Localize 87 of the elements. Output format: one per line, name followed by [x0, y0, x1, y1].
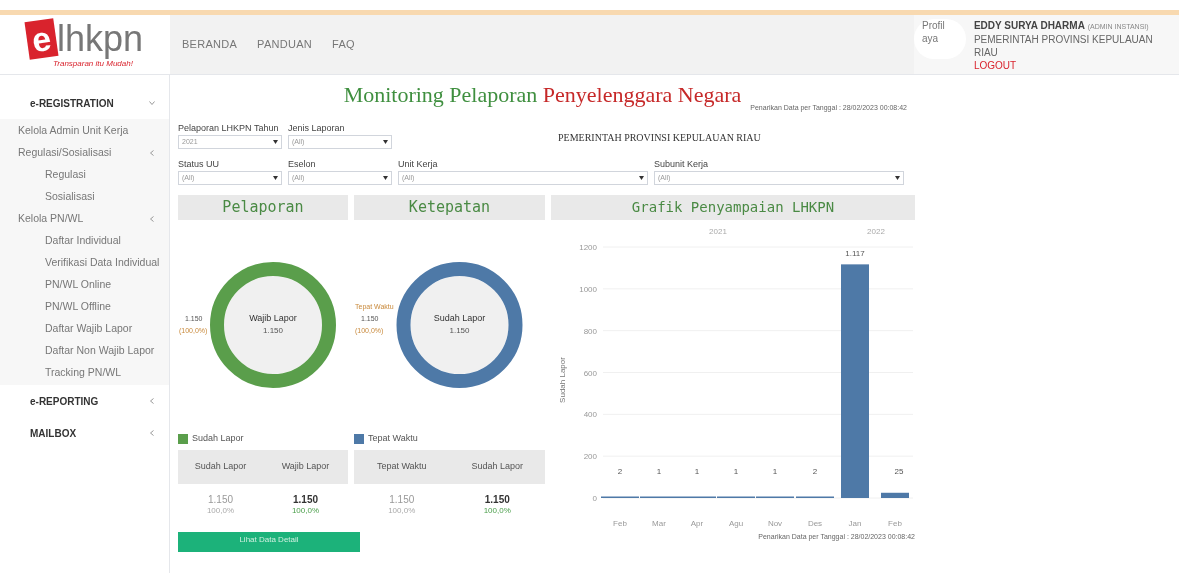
filter-label: Eselon: [288, 158, 317, 171]
detail-button[interactable]: Lihat Data Detail: [178, 532, 360, 552]
axis-tick-label: Feb: [888, 519, 902, 528]
column-header: Wajib Lapor: [280, 460, 331, 474]
axis-tick-label: Nov: [767, 519, 783, 528]
column-header: Tepat Waktu: [375, 460, 428, 474]
axis-tick-label: Mar: [652, 519, 666, 528]
dropdown-arrow-icon: [383, 176, 388, 180]
donut-center-value: 1.150: [263, 326, 283, 335]
legend-label: Tepat Waktu: [368, 432, 418, 446]
nav-link[interactable]: BERANDA: [182, 36, 238, 53]
column-header: Sudah Lapor: [470, 460, 524, 474]
table-cell: 100,0%: [206, 505, 235, 516]
table-cell: 1.150: [389, 494, 415, 505]
dropdown-arrow-icon: [895, 176, 900, 180]
table-cell: 100,0%: [291, 505, 320, 516]
data-label: 1: [656, 467, 662, 476]
axis-tick-label: Apr: [690, 519, 704, 528]
table-cell: 1.150: [484, 494, 510, 505]
dropdown-arrow-icon: [639, 176, 644, 180]
data-label: 1: [772, 467, 778, 476]
sidebar-item[interactable]: Tracking PN/WL: [45, 365, 122, 381]
table-cell: 100,0%: [483, 505, 511, 516]
chevron-left-icon: [149, 150, 155, 156]
logout-link[interactable]: LOGOUT: [973, 59, 1179, 72]
sidebar-item[interactable]: Daftar Non Wajib Lapor: [45, 343, 155, 359]
data-label: 1: [694, 467, 700, 476]
logo[interactable]: e lhkpn Transparan itu Mudah!: [27, 19, 143, 70]
axis-tick-label: Des: [807, 519, 823, 528]
sidebar-item[interactable]: PN/WL Online: [45, 277, 112, 293]
dropdown-arrow-icon: [273, 176, 278, 180]
table-cell: 1.150: [293, 494, 318, 505]
data-label: 2: [617, 467, 623, 476]
axis-title: Sudah Lapor: [558, 357, 567, 403]
sidebar-item[interactable]: e-REPORTING: [30, 393, 99, 409]
axis-tick-label: 200: [583, 452, 597, 462]
sidebar-item[interactable]: e-REGISTRATION: [30, 95, 114, 111]
filter-label: Unit Kerja: [398, 158, 439, 171]
panel-title: Pelaporan: [178, 195, 348, 220]
sidebar-item[interactable]: PN/WL Offline: [45, 299, 111, 315]
panel-title: Grafik Penyampaian LHKPN: [551, 195, 915, 220]
sidebar-item[interactable]: MAILBOX: [30, 425, 77, 441]
donut-center-label: Wajib Lapor: [249, 313, 297, 323]
table-cell: 100,0%: [388, 505, 416, 516]
agency-name: PEMERINTAH PROVINSI KEPULAUAN RIAU: [558, 131, 761, 145]
axis-tick-label: Feb: [613, 519, 627, 528]
sidebar-item[interactable]: Sosialisasi: [45, 189, 95, 205]
donut-center-value: 1.150: [449, 326, 470, 335]
axis-tick-label: 1200: [579, 243, 597, 252]
sidebar-item[interactable]: Regulasi: [45, 167, 86, 183]
legend-label: Sudah Lapor: [192, 432, 244, 446]
dashboard-title: Monitoring Pelaporan Penyelenggara Negara: [343, 81, 742, 109]
axis-tick-label: 0: [592, 494, 597, 503]
nav-link[interactable]: FAQ: [332, 36, 355, 53]
dropdown-arrow-icon: [273, 140, 278, 144]
table-cell: 1.150: [208, 494, 233, 505]
data-label: 2: [812, 467, 818, 476]
filter-label: Status UU: [178, 158, 220, 171]
column-header: Sudah Lapor: [193, 460, 248, 474]
sidebar-item[interactable]: Kelola Admin Unit Kerja: [18, 123, 129, 139]
profile-image[interactable]: Profil aya: [914, 19, 966, 59]
year-label: 2022: [867, 227, 885, 236]
bar: [881, 492, 909, 498]
sidebar-item[interactable]: Kelola PN/WL: [18, 211, 84, 227]
filter-label: Pelaporan LHKPN Tahun: [178, 122, 280, 135]
sidebar-item[interactable]: Verifikasi Data Individual: [45, 255, 160, 271]
sidebar-item[interactable]: Daftar Individual: [45, 233, 121, 249]
chevron-left-icon: [149, 216, 155, 222]
year-label: 2021: [709, 227, 727, 236]
filter-label: Jenis Laporan: [288, 122, 346, 135]
filter-label: Subunit Kerja: [654, 158, 710, 171]
donut-center-label: Sudah Lapor: [433, 313, 486, 323]
sidebar-item[interactable]: Regulasi/Sosialisasi: [18, 145, 112, 161]
data-label: 1.117: [845, 249, 865, 259]
dropdown-arrow-icon: [383, 140, 388, 144]
axis-tick-label: 800: [583, 326, 597, 336]
data-label: 25: [894, 467, 904, 476]
axis-tick-label: Agu: [728, 519, 744, 528]
axis-tick-label: Jan: [848, 519, 862, 528]
sidebar-item[interactable]: Daftar Wajib Lapor: [45, 321, 133, 337]
axis-tick-label: 600: [583, 368, 597, 378]
agency-name: PEMERINTAH PROVINSI KEPULAUAN RIAU: [973, 33, 1154, 59]
axis-tick-label: 1000: [579, 284, 597, 294]
axis-tick-label: 400: [583, 410, 597, 420]
nav-link[interactable]: PANDUAN: [257, 36, 312, 53]
data-label: 1: [733, 467, 739, 476]
panel-title: Ketepatan: [354, 195, 545, 220]
